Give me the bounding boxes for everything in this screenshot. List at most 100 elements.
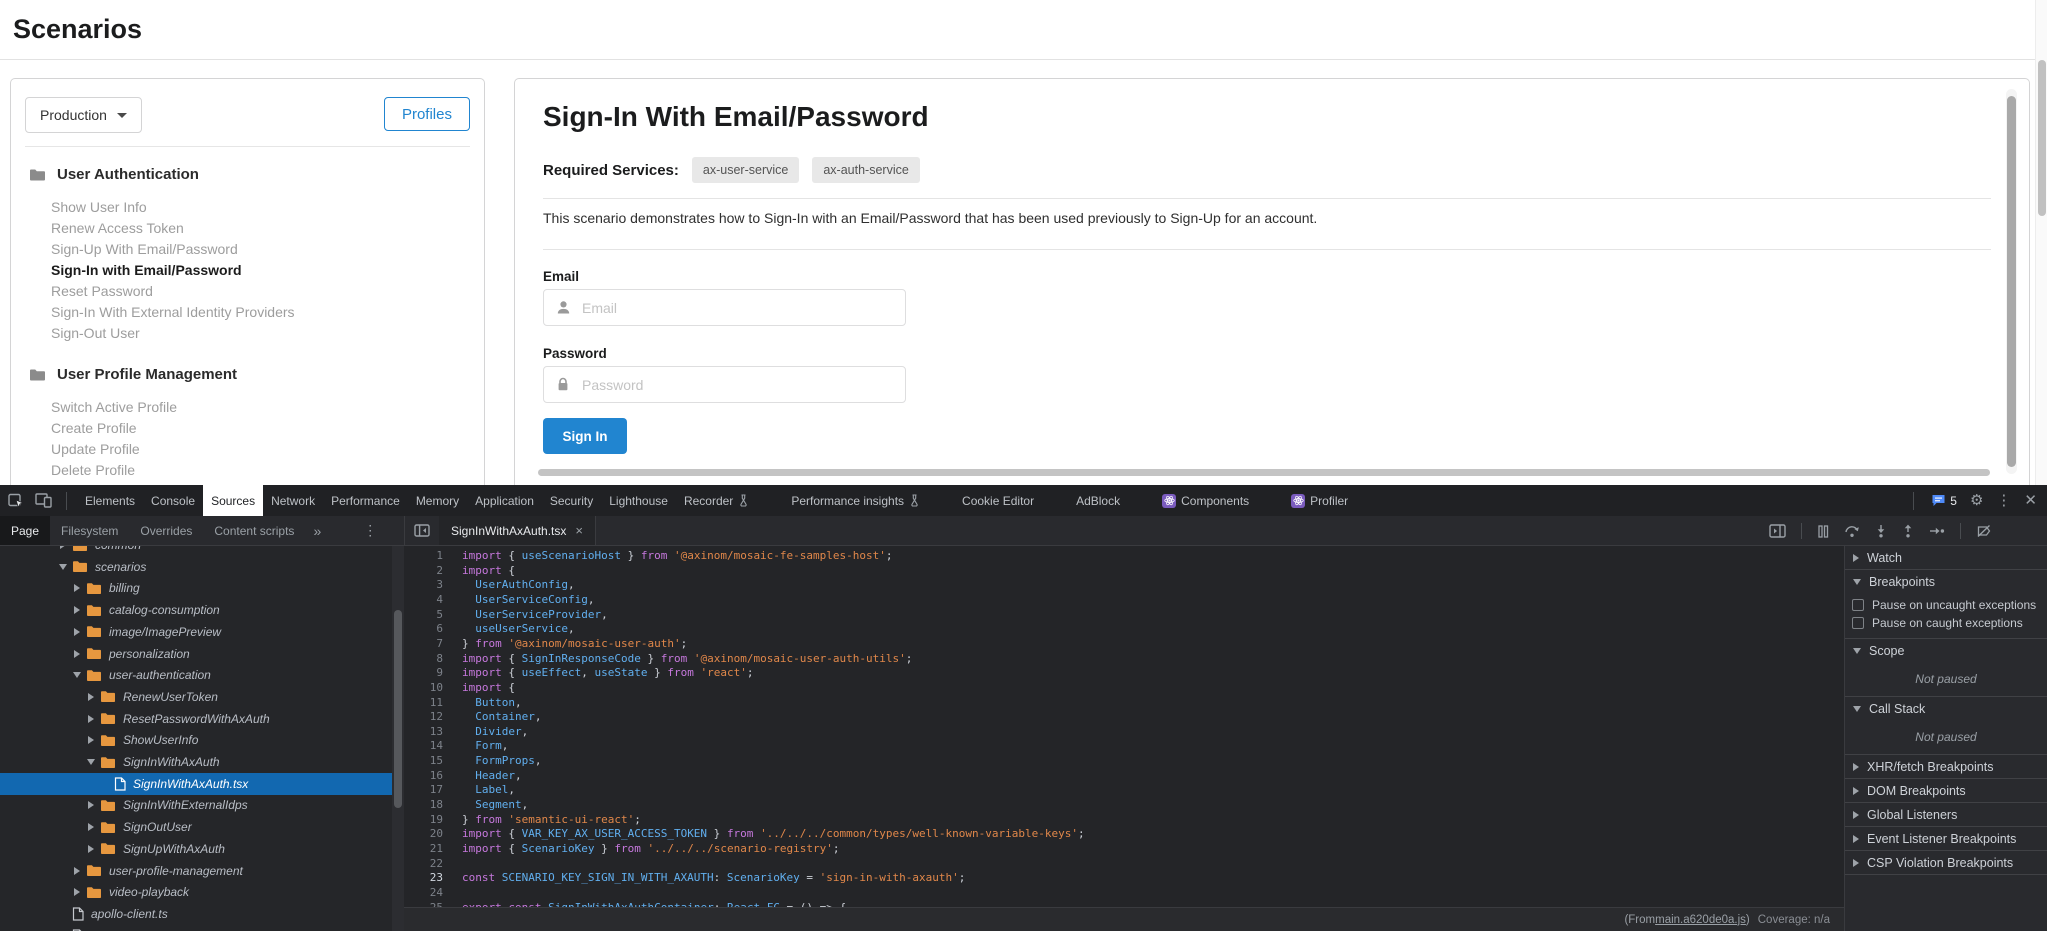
chevron-right-icon[interactable]: [85, 736, 97, 744]
devtools-tab-console[interactable]: Console: [143, 485, 203, 516]
tree-folder-signinwithaxauth[interactable]: SignInWithAxAuth: [0, 751, 392, 773]
scenario-item-sign-up-with-email-password[interactable]: Sign-Up With Email/Password: [11, 238, 484, 259]
chevron-right-icon[interactable]: [71, 867, 83, 875]
scenario-item-renew-access-token[interactable]: Renew Access Token: [11, 217, 484, 238]
line-number[interactable]: 6: [404, 622, 452, 637]
devtools-tab-sources[interactable]: Sources: [203, 485, 263, 516]
tree-folder-image-imagepreview[interactable]: image/ImagePreview: [0, 621, 392, 643]
device-toolbar-icon[interactable]: [35, 493, 52, 508]
chevron-down-icon[interactable]: [57, 564, 69, 570]
scenario-item-switch-active-profile[interactable]: Switch Active Profile: [11, 396, 484, 417]
line-number[interactable]: 5: [404, 608, 452, 623]
debugger-section-header-event-listener-breakpoints[interactable]: Event Listener Breakpoints: [1845, 827, 2047, 850]
line-number[interactable]: 17: [404, 783, 452, 798]
line-number[interactable]: 2: [404, 564, 452, 579]
navigator-tab-overrides[interactable]: Overrides: [129, 516, 203, 545]
email-input[interactable]: [582, 300, 905, 316]
deactivate-breakpoints-icon[interactable]: [1976, 524, 1992, 538]
devtools-tab-security[interactable]: Security: [542, 485, 601, 516]
navigator-tab-filesystem[interactable]: Filesystem: [50, 516, 129, 545]
detail-horizontal-scrollbar-thumb[interactable]: [538, 469, 1990, 476]
tree-file-item[interactable]: [0, 925, 392, 931]
chevron-right-icon[interactable]: [85, 801, 97, 809]
debugger-section-header-csp-violation-breakpoints[interactable]: CSP Violation Breakpoints: [1845, 851, 2047, 874]
scenario-item-show-user-info[interactable]: Show User Info: [11, 196, 484, 217]
devtools-tab-components[interactable]: Components: [1154, 485, 1257, 516]
tree-folder-user-authentication[interactable]: user-authentication: [0, 664, 392, 686]
devtools-tab-performance-insights[interactable]: Performance insights: [783, 485, 928, 516]
hide-navigator-icon[interactable]: [405, 516, 439, 545]
step-over-icon[interactable]: [1844, 524, 1860, 538]
devtools-tab-network[interactable]: Network: [263, 485, 323, 516]
tree-folder-catalog-consumption[interactable]: catalog-consumption: [0, 599, 392, 621]
debugger-section-header-xhr-fetch-breakpoints[interactable]: XHR/fetch Breakpoints: [1845, 755, 2047, 778]
devtools-tab-profiler[interactable]: Profiler: [1283, 485, 1356, 516]
tree-folder-showuserinfo[interactable]: ShowUserInfo: [0, 729, 392, 751]
line-number[interactable]: 14: [404, 739, 452, 754]
chevron-right-icon[interactable]: [71, 628, 83, 636]
tree-folder-billing[interactable]: billing: [0, 577, 392, 599]
show-debugger-panel-icon[interactable]: [1769, 524, 1786, 538]
tree-folder-video-playback[interactable]: video-playback: [0, 881, 392, 903]
line-number[interactable]: 18: [404, 798, 452, 813]
line-number[interactable]: 24: [404, 886, 452, 901]
line-number[interactable]: 7: [404, 637, 452, 652]
more-tabs-icon[interactable]: »: [305, 516, 329, 545]
chevron-right-icon[interactable]: [85, 823, 97, 831]
window-scrollbar[interactable]: [2035, 0, 2047, 485]
debugger-section-header-global-listeners[interactable]: Global Listeners: [1845, 803, 2047, 826]
tree-folder-signoutuser[interactable]: SignOutUser: [0, 816, 392, 838]
close-devtools-icon[interactable]: ✕: [2024, 493, 2037, 508]
chevron-right-icon[interactable]: [85, 715, 97, 723]
pause-script-icon[interactable]: [1817, 525, 1829, 538]
step-out-icon[interactable]: [1902, 524, 1914, 538]
scenario-item-sign-in-with-email-password[interactable]: Sign-In with Email/Password: [11, 259, 484, 280]
line-number[interactable]: 15: [404, 754, 452, 769]
chevron-right-icon[interactable]: [57, 546, 69, 549]
settings-gear-icon[interactable]: ⚙: [1970, 493, 1983, 508]
line-number[interactable]: 19: [404, 813, 452, 828]
tree-folder-signupwithaxauth[interactable]: SignUpWithAxAuth: [0, 838, 392, 860]
debugger-section-header-breakpoints[interactable]: Breakpoints: [1845, 570, 2047, 593]
navigator-menu-icon[interactable]: ⋮: [355, 516, 385, 545]
chevron-right-icon[interactable]: [85, 693, 97, 701]
close-tab-icon[interactable]: ×: [575, 523, 583, 538]
detail-vertical-scrollbar-thumb[interactable]: [2007, 96, 2016, 467]
checkbox[interactable]: [1852, 599, 1864, 611]
tree-folder-user-profile-management[interactable]: user-profile-management: [0, 860, 392, 882]
devtools-tab-application[interactable]: Application: [467, 485, 542, 516]
scenario-item-sign-in-with-external-identity-providers[interactable]: Sign-In With External Identity Providers: [11, 301, 484, 322]
chevron-right-icon[interactable]: [85, 845, 97, 853]
debugger-section-header-scope[interactable]: Scope: [1845, 639, 2047, 662]
line-number[interactable]: 11: [404, 696, 452, 711]
line-number[interactable]: 10: [404, 681, 452, 696]
devtools-tab-performance[interactable]: Performance: [323, 485, 408, 516]
debugger-section-header-dom-breakpoints[interactable]: DOM Breakpoints: [1845, 779, 2047, 802]
tree-file-apollo-client-ts[interactable]: apollo-client.ts: [0, 903, 392, 925]
debugger-section-header-watch[interactable]: Watch: [1845, 546, 2047, 569]
line-number[interactable]: 22: [404, 857, 452, 872]
environment-dropdown[interactable]: Production: [25, 97, 142, 133]
line-number[interactable]: 3: [404, 578, 452, 593]
devtools-tab-lighthouse[interactable]: Lighthouse: [601, 485, 676, 516]
chevron-right-icon[interactable]: [71, 888, 83, 896]
password-input[interactable]: [582, 377, 905, 393]
tree-folder-personalization[interactable]: personalization: [0, 643, 392, 665]
editor-file-tab[interactable]: SignInWithAxAuth.tsx ×: [439, 516, 596, 545]
line-number[interactable]: 1: [404, 549, 452, 564]
tree-folder-renewusertoken[interactable]: RenewUserToken: [0, 686, 392, 708]
step-into-icon[interactable]: [1875, 524, 1887, 538]
code-editor[interactable]: 1import { useScenarioHost } from '@axino…: [404, 546, 1844, 907]
chevron-down-icon[interactable]: [85, 759, 97, 765]
detail-vertical-scrollbar[interactable]: [2006, 89, 2017, 474]
inspect-element-icon[interactable]: [8, 493, 25, 509]
sign-in-button[interactable]: Sign In: [543, 418, 627, 454]
scenario-item-sign-out-user[interactable]: Sign-Out User: [11, 322, 484, 343]
console-messages-badge[interactable]: 5: [1931, 494, 1957, 508]
line-number[interactable]: 23: [404, 871, 452, 886]
line-number[interactable]: 12: [404, 710, 452, 725]
line-number[interactable]: 20: [404, 827, 452, 842]
profiles-button[interactable]: Profiles: [384, 97, 470, 131]
chevron-right-icon[interactable]: [71, 650, 83, 658]
scenario-item-create-profile[interactable]: Create Profile: [11, 417, 484, 438]
